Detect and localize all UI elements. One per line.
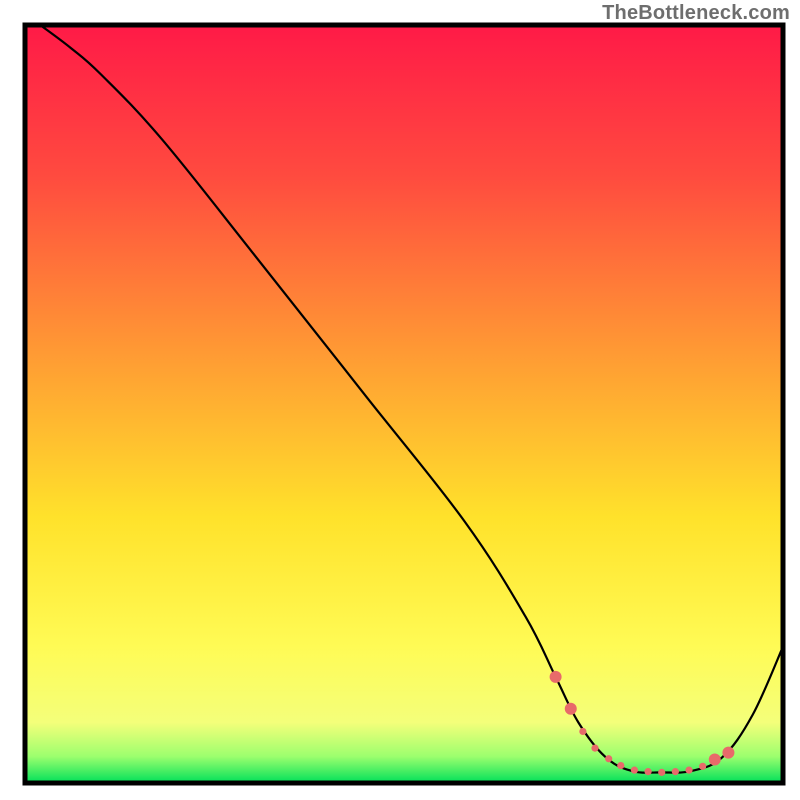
valley-marker-dot: [617, 762, 624, 769]
valley-marker-dot: [579, 728, 586, 735]
valley-marker-dot: [722, 747, 734, 759]
valley-marker-dot: [644, 768, 651, 775]
valley-marker-dot: [591, 745, 598, 752]
valley-marker-dot: [699, 763, 706, 770]
chart-container: TheBottleneck.com: [0, 0, 800, 800]
valley-marker-dot: [605, 755, 612, 762]
valley-marker-dot: [672, 768, 679, 775]
valley-marker-dot: [658, 769, 665, 776]
valley-marker-dot: [685, 767, 692, 774]
valley-marker-dot: [709, 754, 721, 766]
valley-marker-dot: [565, 703, 577, 715]
chart-svg: [0, 0, 800, 800]
watermark-text: TheBottleneck.com: [602, 2, 790, 25]
plot-background: [25, 25, 783, 783]
valley-marker-dot: [550, 671, 562, 683]
valley-marker-dot: [631, 767, 638, 774]
